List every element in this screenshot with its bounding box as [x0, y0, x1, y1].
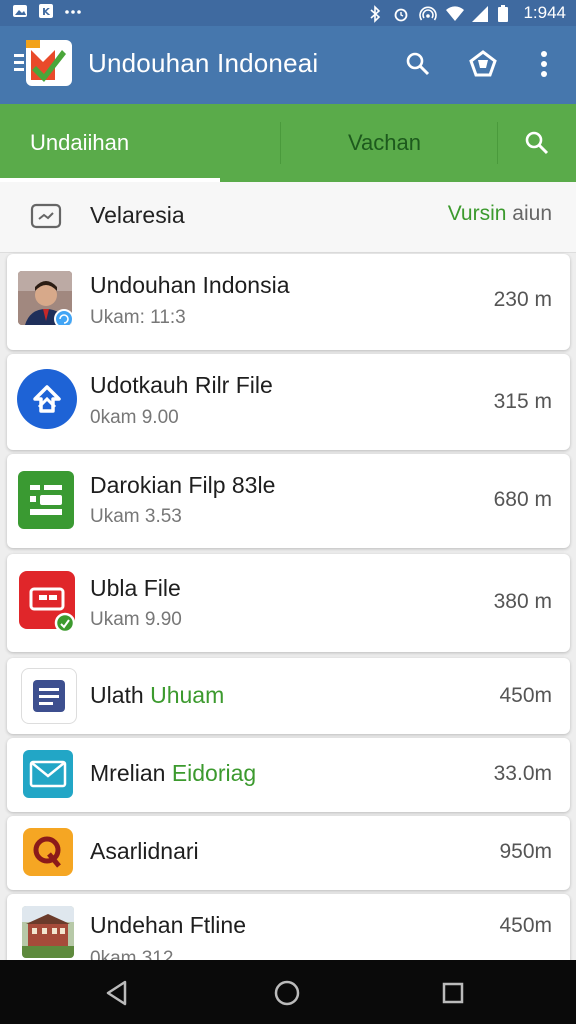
recents-icon[interactable]	[435, 976, 471, 1010]
tab-undaiihan[interactable]: Undaiihan	[30, 104, 129, 182]
building-photo-icon	[22, 906, 74, 958]
item-size: 680 m	[493, 488, 552, 511]
list-header-icon	[30, 202, 62, 235]
list-item[interactable]: Undehan Ftline 0kam 312 450m	[7, 894, 570, 969]
item-name: Ubla File	[90, 575, 181, 601]
list-header[interactable]: Velaresia Vursin aiun	[0, 182, 576, 253]
list-item[interactable]: Undouhan Indonsia Ukam: 11:3 230 m	[7, 254, 570, 350]
item-name: Asarlidnari	[90, 838, 199, 864]
tab-divider	[280, 122, 281, 164]
item-sub: Ukam: 11:3	[90, 307, 186, 328]
pentagon-icon[interactable]	[467, 48, 499, 80]
item-name-main: Ulath	[90, 682, 151, 708]
tab-vachan[interactable]: Vachan	[348, 104, 421, 182]
list-item[interactable]: Mrelian Eidoriag 33.0m	[7, 738, 570, 812]
item-sub: Ukam 9.90	[90, 609, 182, 630]
tab-search-icon[interactable]	[524, 104, 550, 182]
more-vert-icon[interactable]	[528, 48, 560, 80]
item-name-highlight: Uhuam	[150, 682, 225, 708]
system-nav-bar	[0, 960, 576, 1024]
status-bar: K 1:944	[0, 0, 576, 26]
item-sub: Ukam 3.53	[90, 506, 182, 527]
list-item[interactable]: Asarlidnari 950m	[7, 816, 570, 890]
svg-text:K: K	[42, 7, 51, 18]
hotspot-icon	[419, 5, 438, 21]
back-icon[interactable]	[99, 976, 135, 1010]
orange-q-icon	[23, 828, 73, 876]
item-name: Ulath Uhuam	[90, 682, 224, 709]
list-header-version: Vursin aiun	[448, 202, 552, 226]
alarm-icon	[393, 5, 409, 22]
list-item[interactable]: Udotkauh Rilr File 0kam 9.00 315 m	[7, 354, 570, 450]
item-size: 315 m	[493, 390, 552, 413]
list-header-version-green: Vursin	[447, 202, 507, 225]
green-doc-icon	[18, 471, 74, 529]
app-bar: Undouhan Indoneai	[0, 26, 576, 104]
list-doc-icon	[21, 668, 77, 724]
list-header-label: Velaresia	[90, 202, 185, 228]
list-header-version-gray: aiun	[512, 202, 552, 225]
item-name-main: Mrelian	[90, 760, 172, 786]
item-name: Mrelian Eidoriag	[90, 760, 256, 787]
red-card-icon	[19, 571, 76, 634]
item-size: 450m	[499, 914, 552, 937]
list-item[interactable]: Ubla File Ukam 9.90 380 m	[7, 554, 570, 652]
list-item[interactable]: Ulath Uhuam 450m	[7, 658, 570, 734]
item-size: 33.0m	[493, 762, 552, 785]
item-name: Undehan Ftline	[90, 912, 246, 938]
app-logo-icon[interactable]	[14, 38, 74, 90]
item-size: 380 m	[493, 590, 552, 613]
battery-icon	[497, 5, 513, 22]
item-size: 230 m	[493, 288, 552, 311]
home-icon[interactable]	[269, 976, 305, 1010]
item-name: Udotkauh Rilr File	[90, 372, 273, 398]
wifi-icon	[445, 5, 465, 21]
mail-icon	[23, 750, 73, 798]
item-size: 950m	[499, 840, 552, 863]
search-icon[interactable]	[402, 48, 434, 80]
avatar-photo-icon	[18, 271, 72, 325]
tab-bar: Undaiihan Vachan	[0, 104, 576, 182]
item-name-highlight: Eidoriag	[171, 760, 257, 786]
tab-divider	[497, 122, 498, 164]
item-name: Darokian Filp 83le	[90, 472, 276, 498]
item-name: Undouhan Indonsia	[90, 272, 290, 298]
item-sub: 0kam 9.00	[90, 407, 179, 428]
app-title: Undouhan Indoneai	[88, 48, 319, 78]
list-item[interactable]: Darokian Filp 83le Ukam 3.53 680 m	[7, 454, 570, 548]
bluetooth-icon	[367, 5, 383, 23]
app-icon: K	[38, 3, 54, 19]
status-time: 1:944	[523, 3, 566, 22]
signal-icon	[471, 5, 489, 22]
item-size: 450m	[499, 684, 552, 707]
blue-share-icon	[17, 369, 77, 429]
more-dots-icon	[64, 3, 81, 19]
image-icon	[12, 3, 28, 19]
